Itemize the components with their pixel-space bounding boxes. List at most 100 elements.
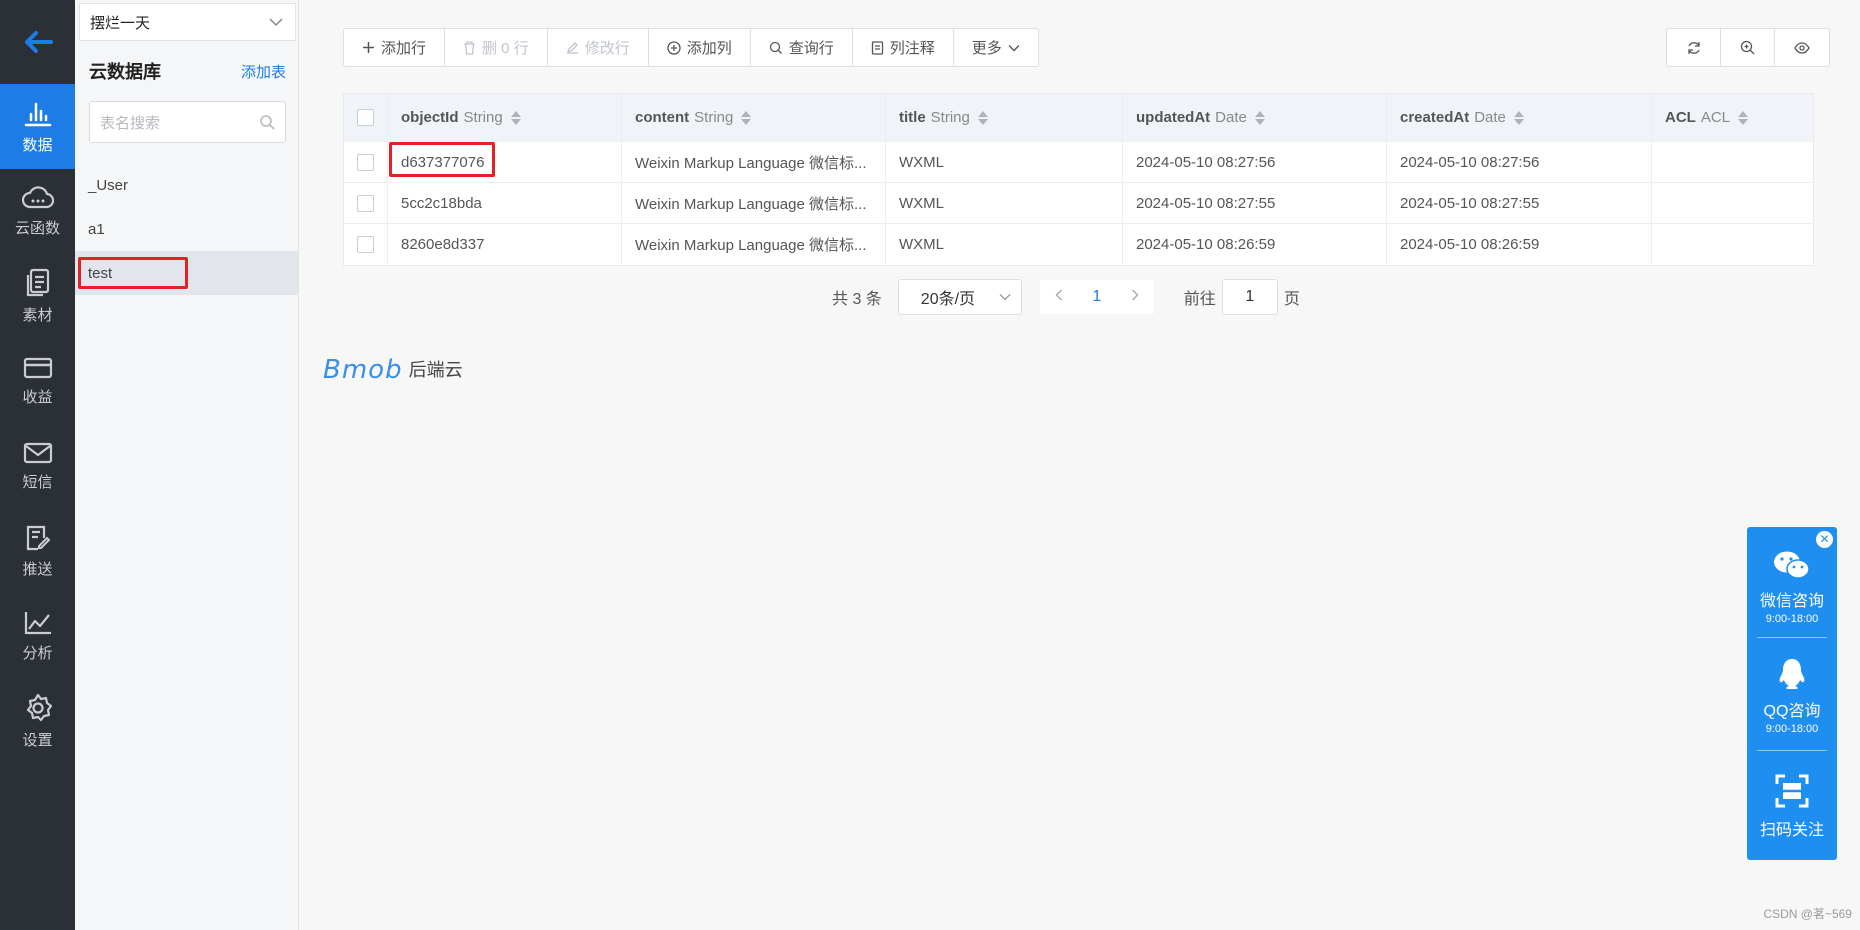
sort-icon[interactable] [741, 110, 752, 125]
nav-item-revenue[interactable]: 收益 [0, 339, 75, 424]
column-header[interactable]: title String [886, 94, 1123, 141]
add-row-button[interactable]: 添加行 [344, 29, 446, 66]
table-cell[interactable]: 2024-05-10 08:26:59 [1387, 224, 1652, 265]
eye-icon [1794, 41, 1810, 54]
select-all-checkbox[interactable] [357, 109, 374, 126]
table-item[interactable]: _User [75, 163, 298, 207]
table-cell[interactable]: Weixin Markup Language 微信标... [622, 224, 886, 265]
watermark: CSDN @茗~569 [1763, 907, 1852, 921]
column-header[interactable]: updatedAt Date [1123, 94, 1387, 141]
table-row[interactable]: 5cc2c18bda Weixin Markup Language 微信标...… [344, 183, 1813, 224]
card-icon [23, 357, 52, 379]
chevron-down-icon [1008, 44, 1020, 51]
back-button[interactable] [0, 0, 75, 84]
table-cell[interactable]: WXML [886, 224, 1123, 265]
column-header[interactable]: createdAt Date [1387, 94, 1652, 141]
view-button[interactable] [1775, 29, 1829, 66]
add-column-label: 添加列 [686, 40, 732, 57]
refresh-button[interactable] [1667, 29, 1721, 66]
row-checkbox[interactable] [357, 153, 374, 171]
table-cell[interactable]: 5cc2c18bda [388, 183, 622, 223]
sort-icon[interactable] [1738, 110, 1749, 125]
table-cell[interactable] [1652, 183, 1813, 223]
next-page-button[interactable] [1116, 288, 1154, 306]
column-comment-label: 列注释 [889, 40, 935, 57]
search-placeholder: 表名搜索 [100, 114, 161, 132]
nav-item-analytics[interactable]: 分析 [0, 594, 75, 679]
table-cell[interactable]: 8260e8d337 [388, 224, 622, 265]
toolbar: 添加行 删 0 行 修改行 添加列 查询行 列注释 更多 [343, 28, 1039, 67]
delete-rows-button[interactable]: 删 0 行 [445, 29, 548, 66]
column-header[interactable]: content String [622, 94, 886, 141]
add-column-button[interactable]: 添加列 [649, 29, 751, 66]
goto-page-input[interactable]: 1 [1221, 279, 1278, 315]
row-checkbox[interactable] [357, 236, 374, 253]
table-cell[interactable]: 2024-05-10 08:26:59 [1123, 224, 1387, 265]
table-cell[interactable]: Weixin Markup Language 微信标... [622, 183, 886, 223]
query-row-button[interactable]: 查询行 [751, 29, 853, 66]
table-row[interactable]: 8260e8d337 Weixin Markup Language 微信标...… [344, 224, 1813, 265]
wechat-hours: 9:00-18:00 [1765, 613, 1819, 625]
more-label: 更多 [971, 40, 1002, 57]
nav-item-data[interactable]: 数据 [0, 84, 75, 169]
nav-label: 短信 [22, 474, 53, 491]
table-cell[interactable]: d637377076 [388, 142, 622, 182]
column-name: createdAt [1400, 109, 1470, 126]
line-chart-icon [24, 612, 51, 635]
table-list: _User a1 test [75, 163, 298, 295]
document-icon [871, 40, 883, 55]
column-header[interactable]: objectId String [388, 94, 622, 141]
cell-value: 2024-05-10 08:27:55 [1400, 194, 1540, 212]
sort-icon[interactable] [1513, 110, 1524, 125]
zoom-button[interactable] [1721, 29, 1775, 66]
table-cell[interactable]: Weixin Markup Language 微信标... [622, 142, 886, 182]
search-icon [769, 41, 782, 54]
edit-row-button[interactable]: 修改行 [548, 29, 649, 66]
nav-item-cloud-functions[interactable]: 云函数 [0, 169, 75, 254]
edit-row-label: 修改行 [584, 40, 630, 57]
nav-item-push[interactable]: 推送 [0, 509, 75, 594]
table-item[interactable]: a1 [75, 207, 298, 251]
table-cell[interactable] [1652, 224, 1813, 265]
page-size-select[interactable]: 20条/页 [897, 279, 1022, 315]
sort-icon[interactable] [1254, 110, 1265, 125]
table-cell[interactable]: 2024-05-10 08:27:55 [1387, 183, 1652, 223]
cell-value: WXML [899, 153, 944, 171]
table-cell[interactable]: 2024-05-10 08:27:56 [1387, 142, 1652, 182]
table-cell[interactable] [1652, 142, 1813, 182]
table-search-input[interactable]: 表名搜索 [89, 101, 286, 143]
nav-label: 数据 [22, 137, 53, 154]
wechat-consult[interactable]: 微信咨询 9:00-18:00 [1747, 549, 1837, 625]
document-icon [26, 268, 49, 297]
add-table-link[interactable]: 添加表 [241, 61, 286, 82]
table-cell[interactable]: WXML [886, 142, 1123, 182]
prev-page-button[interactable] [1040, 288, 1078, 306]
sort-icon[interactable] [977, 110, 988, 125]
cloud-icon [21, 186, 54, 209]
project-select[interactable]: 摆烂一天 [79, 3, 296, 41]
table-row[interactable]: d637377076 Weixin Markup Language 微信标...… [344, 142, 1813, 183]
column-type: ACL [1700, 109, 1731, 126]
bar-chart-icon [24, 102, 51, 127]
table-item-active[interactable]: test [75, 251, 298, 295]
cell-value: WXML [899, 236, 944, 253]
nav-item-materials[interactable]: 素材 [0, 254, 75, 339]
column-header[interactable]: ACL ACL [1652, 94, 1813, 141]
qq-title: QQ咨询 [1763, 703, 1821, 720]
nav-item-settings[interactable]: 设置 [0, 679, 75, 764]
nav-item-sms[interactable]: 短信 [0, 424, 75, 509]
table-cell[interactable]: WXML [886, 183, 1123, 223]
qq-consult[interactable]: QQ咨询 9:00-18:00 [1747, 657, 1837, 735]
nav-label: 云函数 [14, 220, 60, 237]
column-name: ACL [1665, 109, 1696, 126]
page-number-current[interactable]: 1 [1078, 288, 1116, 306]
goto-suffix: 页 [1283, 291, 1300, 308]
close-icon[interactable]: ✕ [1816, 531, 1833, 548]
more-dropdown[interactable]: 更多 [954, 29, 1038, 66]
table-cell[interactable]: 2024-05-10 08:27:55 [1123, 183, 1387, 223]
row-checkbox[interactable] [357, 194, 374, 212]
scan-follow[interactable]: 扫码关注 [1747, 774, 1837, 840]
sort-icon[interactable] [510, 110, 521, 125]
column-comment-button[interactable]: 列注释 [853, 29, 954, 66]
table-cell[interactable]: 2024-05-10 08:27:56 [1123, 142, 1387, 182]
